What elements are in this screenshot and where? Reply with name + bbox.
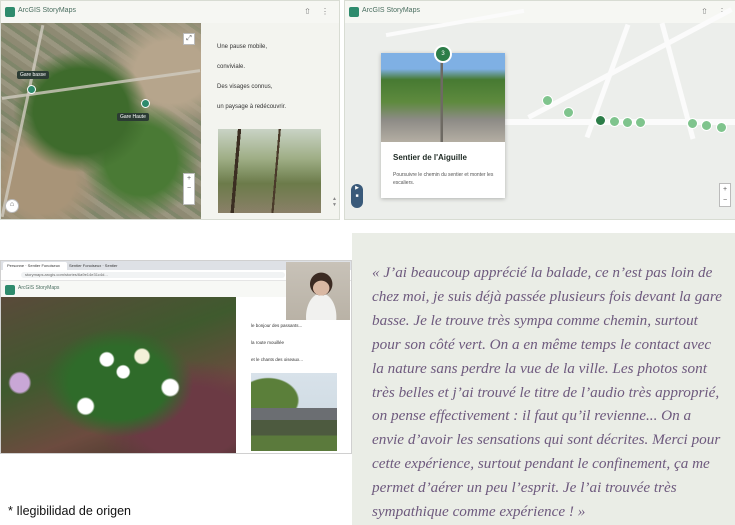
location-card[interactable]: Sentier de l'Aiguille Poursuivre le chem… (381, 53, 505, 198)
zoom-control[interactable]: + − (719, 183, 731, 207)
card-title: Sentier de l'Aiguille (393, 153, 467, 162)
story-line: la route mouillée (251, 340, 285, 345)
browser-tab[interactable]: Personne · Sentier Fonoiseux (3, 262, 67, 270)
browser-tab[interactable]: Sentier Fonoiseux · Sentier (65, 262, 129, 270)
card-description: Poursuivre le chemin du sentier et monte… (393, 172, 494, 186)
expand-icon[interactable]: ⤢ (183, 33, 195, 45)
map-cluster[interactable] (595, 115, 606, 126)
primrose-flowers-photo (1, 297, 236, 453)
map-label: Gare Haute (117, 113, 149, 121)
map-label: Gare basse (17, 71, 49, 79)
storymap-header: ArcGIS StoryMaps ⇧ ⋮ (1, 1, 339, 23)
map-cluster[interactable] (687, 118, 698, 129)
storymap-aerial-panel: ArcGIS StoryMaps ⇧ ⋮ Gare basse Gare Hau… (0, 0, 340, 220)
audio-control[interactable]: ▶ ■ (351, 184, 363, 208)
map-pin[interactable] (141, 99, 150, 108)
app-title: ArcGIS StoryMaps (18, 285, 60, 291)
app-title: ArcGIS StoryMaps (18, 7, 76, 14)
storymap-street-panel: ArcGIS StoryMaps ⇧ ⋮ Sentier de l'Aiguil… (344, 0, 735, 220)
story-line: et le chants des oiseaux... (251, 357, 304, 362)
url-field[interactable]: storymaps.arcgis.com/stories/6a9e14e31c4… (21, 272, 285, 278)
story-text: Une pause mobile, conviviale. Des visage… (217, 37, 286, 117)
home-icon[interactable]: ⌂ (5, 199, 19, 213)
story-line: Une pause mobile, (217, 44, 268, 50)
app-title: ArcGIS StoryMaps (362, 7, 420, 14)
zoom-out-button[interactable]: − (723, 197, 727, 204)
story-line: conviviale. (217, 64, 246, 70)
testimonial-panel: « J’ai beaucoup apprécié la balade, ce n… (352, 233, 735, 525)
house-photo (251, 373, 337, 451)
footnote: * Ilegibilidad de origen (8, 504, 132, 518)
storymap-header: ArcGIS StoryMaps (1, 281, 286, 297)
header-tools[interactable]: ⇧ ⋮ (304, 7, 333, 16)
arcgis-logo-icon (5, 285, 15, 295)
arcgis-logo-icon (5, 7, 15, 17)
story-line: un paysage à redécouvrir. (217, 104, 287, 110)
browser-screenshot: Personne · Sentier Fonoiseux Sentier Fon… (0, 260, 352, 454)
zoom-in-button[interactable]: + (723, 186, 727, 193)
map-cluster[interactable] (563, 107, 574, 118)
selected-pin[interactable]: 3 (434, 45, 452, 63)
aerial-map[interactable]: Gare basse Gare Haute ⤢ + − ⌂ (1, 23, 201, 219)
scroll-indicator[interactable]: ▲ ▼ (332, 196, 337, 208)
testimonial-quote: « J’ai beaucoup apprécié la balade, ce n… (372, 264, 722, 521)
storymap-header: ArcGIS StoryMaps ⇧ ⋮ (345, 1, 735, 23)
arcgis-logo-icon (349, 7, 359, 17)
map-cluster[interactable] (635, 117, 646, 128)
map-cluster[interactable] (622, 117, 633, 128)
story-line: Des visages connus, (217, 84, 273, 90)
map-pin[interactable] (27, 85, 36, 94)
map-cluster[interactable] (701, 120, 712, 131)
map-cluster[interactable] (716, 122, 727, 133)
map-cluster[interactable] (609, 116, 620, 127)
forest-path-photo (218, 129, 321, 213)
story-text: le bonjour des passants... la route moui… (251, 317, 303, 368)
map-cluster[interactable] (542, 95, 553, 106)
location-photo (381, 53, 505, 142)
webcam-video (286, 262, 350, 320)
zoom-control[interactable]: + − (183, 173, 195, 205)
